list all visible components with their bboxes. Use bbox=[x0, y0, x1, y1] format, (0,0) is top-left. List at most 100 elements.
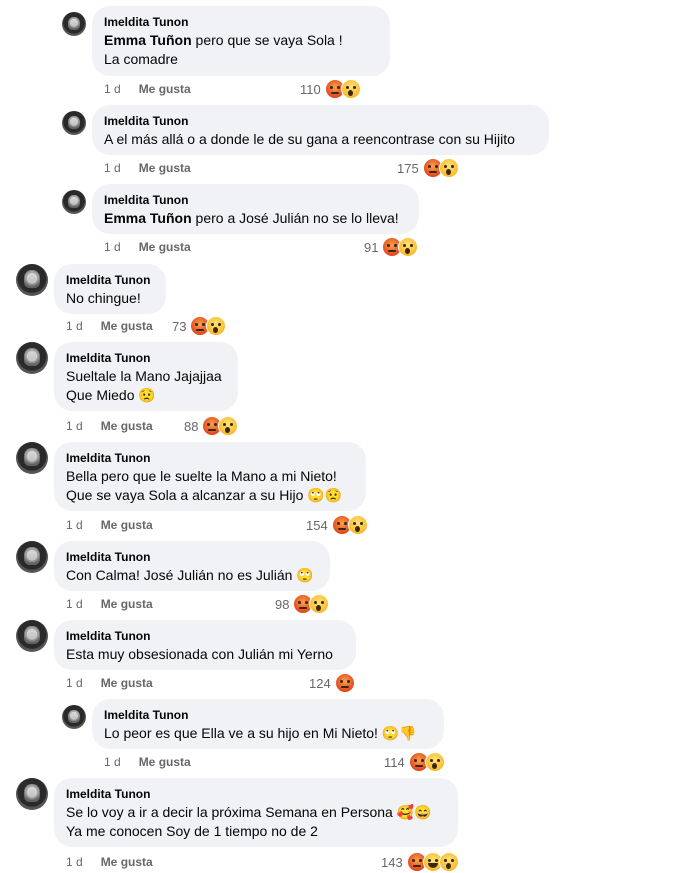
reaction-summary[interactable]: 143 bbox=[381, 851, 459, 873]
like-button[interactable]: Me gusta bbox=[139, 161, 191, 175]
comment-bubble: Imeldita Tunon A el más allá o a donde l… bbox=[92, 105, 549, 155]
comment-author[interactable]: Imeldita Tunon bbox=[66, 549, 318, 565]
reaction-summary[interactable]: 175 bbox=[397, 157, 459, 179]
comment-author[interactable]: Imeldita Tunon bbox=[66, 450, 354, 466]
comment-text: Sueltale la Mano Jajajjaa bbox=[66, 368, 222, 384]
mention-link[interactable]: Emma Tuñon bbox=[104, 210, 192, 226]
comment-text: Esta muy obsesionada con Julián mi Yerno bbox=[66, 646, 333, 662]
like-button[interactable]: Me gusta bbox=[101, 855, 153, 869]
reaction-count: 91 bbox=[364, 239, 379, 255]
comment-text: Emma Tuñon pero que se vaya Sola ! bbox=[104, 32, 343, 48]
comment-text: No chingue! bbox=[66, 290, 141, 306]
comment-bubble: Imeldita Tunon Bella pero que le suelte … bbox=[54, 442, 366, 511]
reaction-count: 73 bbox=[172, 318, 187, 334]
like-button[interactable]: Me gusta bbox=[139, 240, 191, 254]
reaction-summary[interactable]: 114 bbox=[384, 751, 445, 773]
comment-text: Lo peor es que Ella ve a su hijo en Mi N… bbox=[104, 725, 417, 741]
wow-reaction-icon bbox=[424, 752, 445, 772]
comment-bubble: Imeldita Tunon Sueltale la Mano Jajajjaa… bbox=[54, 342, 238, 411]
wow-reaction-icon bbox=[398, 237, 419, 257]
timestamp[interactable]: 1 d bbox=[66, 676, 83, 690]
comment-text: Que Miedo 😟 bbox=[66, 387, 156, 403]
like-button[interactable]: Me gusta bbox=[139, 755, 191, 769]
comment-actions: 1 d Me gusta bbox=[66, 517, 153, 533]
comment-text: La comadre bbox=[104, 51, 178, 67]
like-button[interactable]: Me gusta bbox=[101, 419, 153, 433]
comment-author[interactable]: Imeldita Tunon bbox=[66, 350, 226, 366]
wow-reaction-icon bbox=[340, 79, 361, 99]
timestamp[interactable]: 1 d bbox=[104, 755, 121, 769]
comment-text: A el más allá o a donde le de su gana a … bbox=[104, 131, 515, 147]
comment-author[interactable]: Imeldita Tunon bbox=[66, 272, 154, 288]
comment-bubble: Imeldita Tunon Emma Tuñon pero que se va… bbox=[92, 6, 390, 76]
reaction-count: 175 bbox=[397, 160, 419, 176]
reaction-count: 88 bbox=[184, 418, 199, 434]
timestamp[interactable]: 1 d bbox=[66, 419, 83, 433]
comment-actions: 1 d Me gusta bbox=[104, 754, 191, 770]
avatar[interactable] bbox=[16, 541, 48, 573]
comment-actions: 1 d Me gusta bbox=[66, 596, 153, 612]
wow-reaction-icon bbox=[309, 594, 330, 614]
reaction-summary[interactable]: 124 bbox=[309, 672, 355, 694]
comment-bubble: Imeldita Tunon Lo peor es que Ella ve a … bbox=[92, 699, 444, 749]
comment-author[interactable]: Imeldita Tunon bbox=[104, 707, 432, 723]
reaction-summary[interactable]: 88 bbox=[184, 415, 239, 437]
comment-text: Con Calma! José Julián no es Julián 🙄 bbox=[66, 567, 314, 583]
reaction-summary[interactable]: 73 bbox=[172, 315, 227, 337]
comment-author[interactable]: Imeldita Tunon bbox=[104, 14, 378, 30]
comment-text: Ya me conocen Soy de 1 tiempo no de 2 bbox=[66, 823, 318, 839]
angry-reaction-icon bbox=[334, 673, 355, 693]
reaction-summary[interactable]: 91 bbox=[364, 236, 419, 258]
like-button[interactable]: Me gusta bbox=[101, 319, 153, 333]
like-button[interactable]: Me gusta bbox=[101, 676, 153, 690]
like-button[interactable]: Me gusta bbox=[139, 82, 191, 96]
comment-actions: 1 d Me gusta bbox=[104, 81, 191, 97]
timestamp[interactable]: 1 d bbox=[66, 855, 83, 869]
reaction-count: 154 bbox=[306, 517, 328, 533]
avatar[interactable] bbox=[16, 778, 48, 810]
comment-actions: 1 d Me gusta bbox=[104, 239, 191, 255]
avatar[interactable] bbox=[62, 190, 86, 214]
comment-actions: 1 d Me gusta bbox=[66, 675, 153, 691]
avatar[interactable] bbox=[62, 111, 86, 135]
comment-bubble: Imeldita Tunon Con Calma! José Julián no… bbox=[54, 541, 330, 591]
reaction-summary[interactable]: 154 bbox=[306, 514, 368, 536]
like-button[interactable]: Me gusta bbox=[101, 597, 153, 611]
avatar[interactable] bbox=[62, 12, 86, 36]
wow-reaction-icon bbox=[347, 515, 368, 535]
reaction-count: 143 bbox=[381, 854, 403, 870]
wow-reaction-icon bbox=[218, 416, 239, 436]
timestamp[interactable]: 1 d bbox=[66, 319, 83, 333]
wow-reaction-icon bbox=[206, 316, 227, 336]
comment-author[interactable]: Imeldita Tunon bbox=[104, 113, 537, 129]
avatar[interactable] bbox=[62, 705, 86, 729]
comment-author[interactable]: Imeldita Tunon bbox=[66, 786, 446, 802]
comment-author[interactable]: Imeldita Tunon bbox=[66, 628, 344, 644]
comment-bubble: Imeldita Tunon Esta muy obsesionada con … bbox=[54, 620, 356, 670]
comment-actions: 1 d Me gusta bbox=[66, 854, 153, 870]
comment-author[interactable]: Imeldita Tunon bbox=[104, 192, 407, 208]
wow-reaction-icon bbox=[438, 852, 459, 872]
comment-actions: 1 d Me gusta bbox=[66, 318, 153, 334]
timestamp[interactable]: 1 d bbox=[104, 82, 121, 96]
reaction-summary[interactable]: 110 bbox=[300, 78, 361, 100]
like-button[interactable]: Me gusta bbox=[101, 518, 153, 532]
reaction-count: 110 bbox=[300, 81, 321, 97]
wow-reaction-icon bbox=[438, 158, 459, 178]
comment-actions: 1 d Me gusta bbox=[66, 418, 153, 434]
avatar[interactable] bbox=[16, 342, 48, 374]
avatar[interactable] bbox=[16, 442, 48, 474]
avatar[interactable] bbox=[16, 264, 48, 296]
comment-bubble: Imeldita Tunon No chingue! bbox=[54, 264, 166, 314]
comment-text: Emma Tuñon pero a José Julián no se lo l… bbox=[104, 210, 399, 226]
timestamp[interactable]: 1 d bbox=[66, 597, 83, 611]
comment-text: Se lo voy a ir a decir la próxima Semana… bbox=[66, 804, 432, 820]
mention-link[interactable]: Emma Tuñon bbox=[104, 32, 192, 48]
comment-actions: 1 d Me gusta bbox=[104, 160, 191, 176]
timestamp[interactable]: 1 d bbox=[104, 161, 121, 175]
comment-text: Bella pero que le suelte la Mano a mi Ni… bbox=[66, 468, 337, 484]
timestamp[interactable]: 1 d bbox=[104, 240, 121, 254]
avatar[interactable] bbox=[16, 620, 48, 652]
reaction-summary[interactable]: 98 bbox=[275, 593, 330, 615]
timestamp[interactable]: 1 d bbox=[66, 518, 83, 532]
